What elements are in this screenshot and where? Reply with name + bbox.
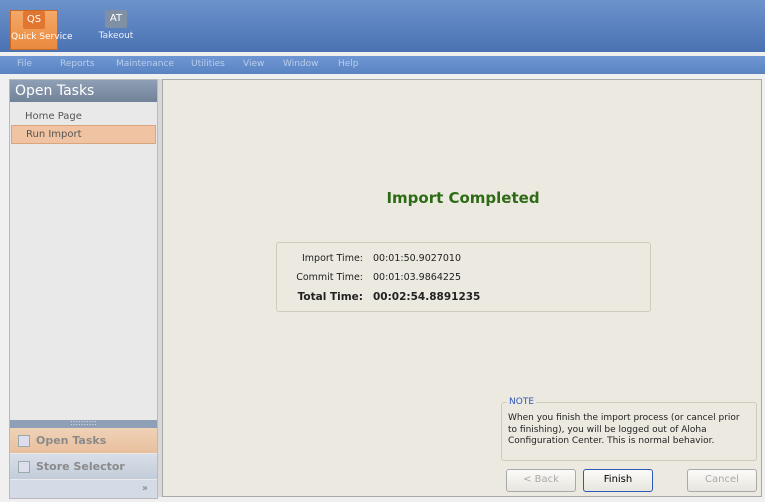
tab-open-tasks[interactable]: Open Tasks: [10, 428, 157, 453]
quick-service-app-button[interactable]: QS Quick Service: [10, 10, 73, 50]
import-time-value: 00:01:50.9027010: [373, 253, 461, 264]
sidebar: Open Tasks Home Page Run Import ::::::::…: [9, 79, 158, 499]
tab-store-selector[interactable]: Store Selector: [10, 454, 157, 479]
note-box: NOTE When you finish the import process …: [501, 397, 757, 461]
commit-time-row: Commit Time: 00:01:03.9864225: [277, 272, 650, 286]
takeout-app-button[interactable]: AT Takeout: [96, 10, 136, 48]
sidebar-item-run-import[interactable]: Run Import: [11, 125, 156, 144]
commit-time-label: Commit Time:: [296, 272, 363, 283]
total-time-value: 00:02:54.8891235: [373, 291, 481, 303]
menu-help[interactable]: Help: [338, 59, 359, 69]
menu-file[interactable]: File: [17, 59, 32, 69]
tasks-icon: [18, 435, 30, 447]
note-text: When you finish the import process (or c…: [508, 413, 740, 446]
page-title: Import Completed: [386, 189, 540, 207]
back-button[interactable]: < Back: [506, 469, 576, 492]
menu-maintenance[interactable]: Maintenance: [116, 59, 174, 69]
menu-utilities[interactable]: Utilities: [191, 59, 225, 69]
sidebar-expand-button[interactable]: »: [10, 480, 157, 498]
takeout-label: Takeout: [98, 31, 134, 41]
menu-reports[interactable]: Reports: [60, 59, 95, 69]
import-times-box: Import Time: 00:01:50.9027010 Commit Tim…: [276, 242, 651, 312]
commit-time-value: 00:01:03.9864225: [373, 272, 461, 283]
menu-window[interactable]: Window: [283, 59, 319, 69]
import-time-label: Import Time:: [302, 253, 363, 264]
sidebar-title: Open Tasks: [10, 80, 157, 102]
quick-service-icon: QS: [23, 11, 45, 29]
finish-button[interactable]: Finish: [583, 469, 653, 492]
app-toolbar: QS Quick Service AT Takeout: [0, 0, 765, 52]
total-time-row: Total Time: 00:02:54.8891235: [277, 291, 650, 305]
store-selector-icon: [18, 461, 30, 473]
import-wizard-panel: Import Completed Import Time: 00:01:50.9…: [162, 79, 762, 497]
menu-bar: File Reports Maintenance Utilities View …: [0, 56, 765, 74]
quick-service-label: Quick Service: [11, 32, 73, 42]
tab-open-tasks-label: Open Tasks: [36, 434, 107, 447]
sidebar-resize-grip[interactable]: ::::::::::: [10, 419, 157, 428]
menu-view[interactable]: View: [243, 59, 264, 69]
cancel-button[interactable]: Cancel: [687, 469, 757, 492]
total-time-label: Total Time:: [297, 291, 363, 303]
takeout-icon: AT: [105, 10, 127, 28]
sidebar-item-home-page[interactable]: Home Page: [10, 108, 157, 125]
chevron-right-icon: »: [141, 483, 148, 494]
tab-store-selector-label: Store Selector: [36, 460, 125, 473]
note-label: NOTE: [507, 397, 537, 407]
import-time-row: Import Time: 00:01:50.9027010: [277, 253, 650, 267]
